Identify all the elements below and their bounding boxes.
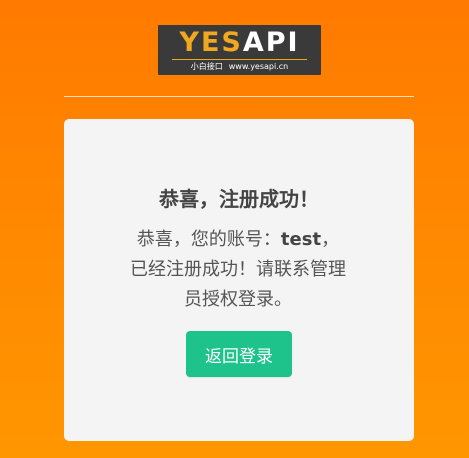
- logo-underline: [172, 59, 307, 60]
- header-divider: [64, 96, 414, 97]
- success-card: 恭喜，注册成功！ 恭喜，您的账号：test，已经注册成功！请联系管理员授权登录。…: [64, 119, 414, 441]
- logo-api-text: API: [242, 27, 300, 58]
- yesapi-logo[interactable]: YESAPI 小白接口 www.yesapi.cn: [158, 25, 321, 75]
- message-prefix: 恭喜，您的账号：: [136, 229, 281, 250]
- success-title: 恭喜，注册成功！: [159, 187, 319, 211]
- logo-tagline: 小白接口 www.yesapi.cn: [158, 61, 321, 73]
- account-username: test: [280, 229, 322, 250]
- logo-tagline-url: www.yesapi.cn: [228, 62, 289, 71]
- logo-wordmark: YESAPI: [158, 29, 321, 57]
- logo-tagline-cn: 小白接口: [190, 62, 223, 71]
- back-to-login-button[interactable]: 返回登录: [186, 331, 292, 377]
- success-message: 恭喜，您的账号：test，已经注册成功！请联系管理员授权登录。: [129, 225, 347, 315]
- logo-yes-text: YES: [179, 27, 243, 58]
- page: { "logo": { "brand_yes": "YES", "brand_a…: [0, 0, 469, 458]
